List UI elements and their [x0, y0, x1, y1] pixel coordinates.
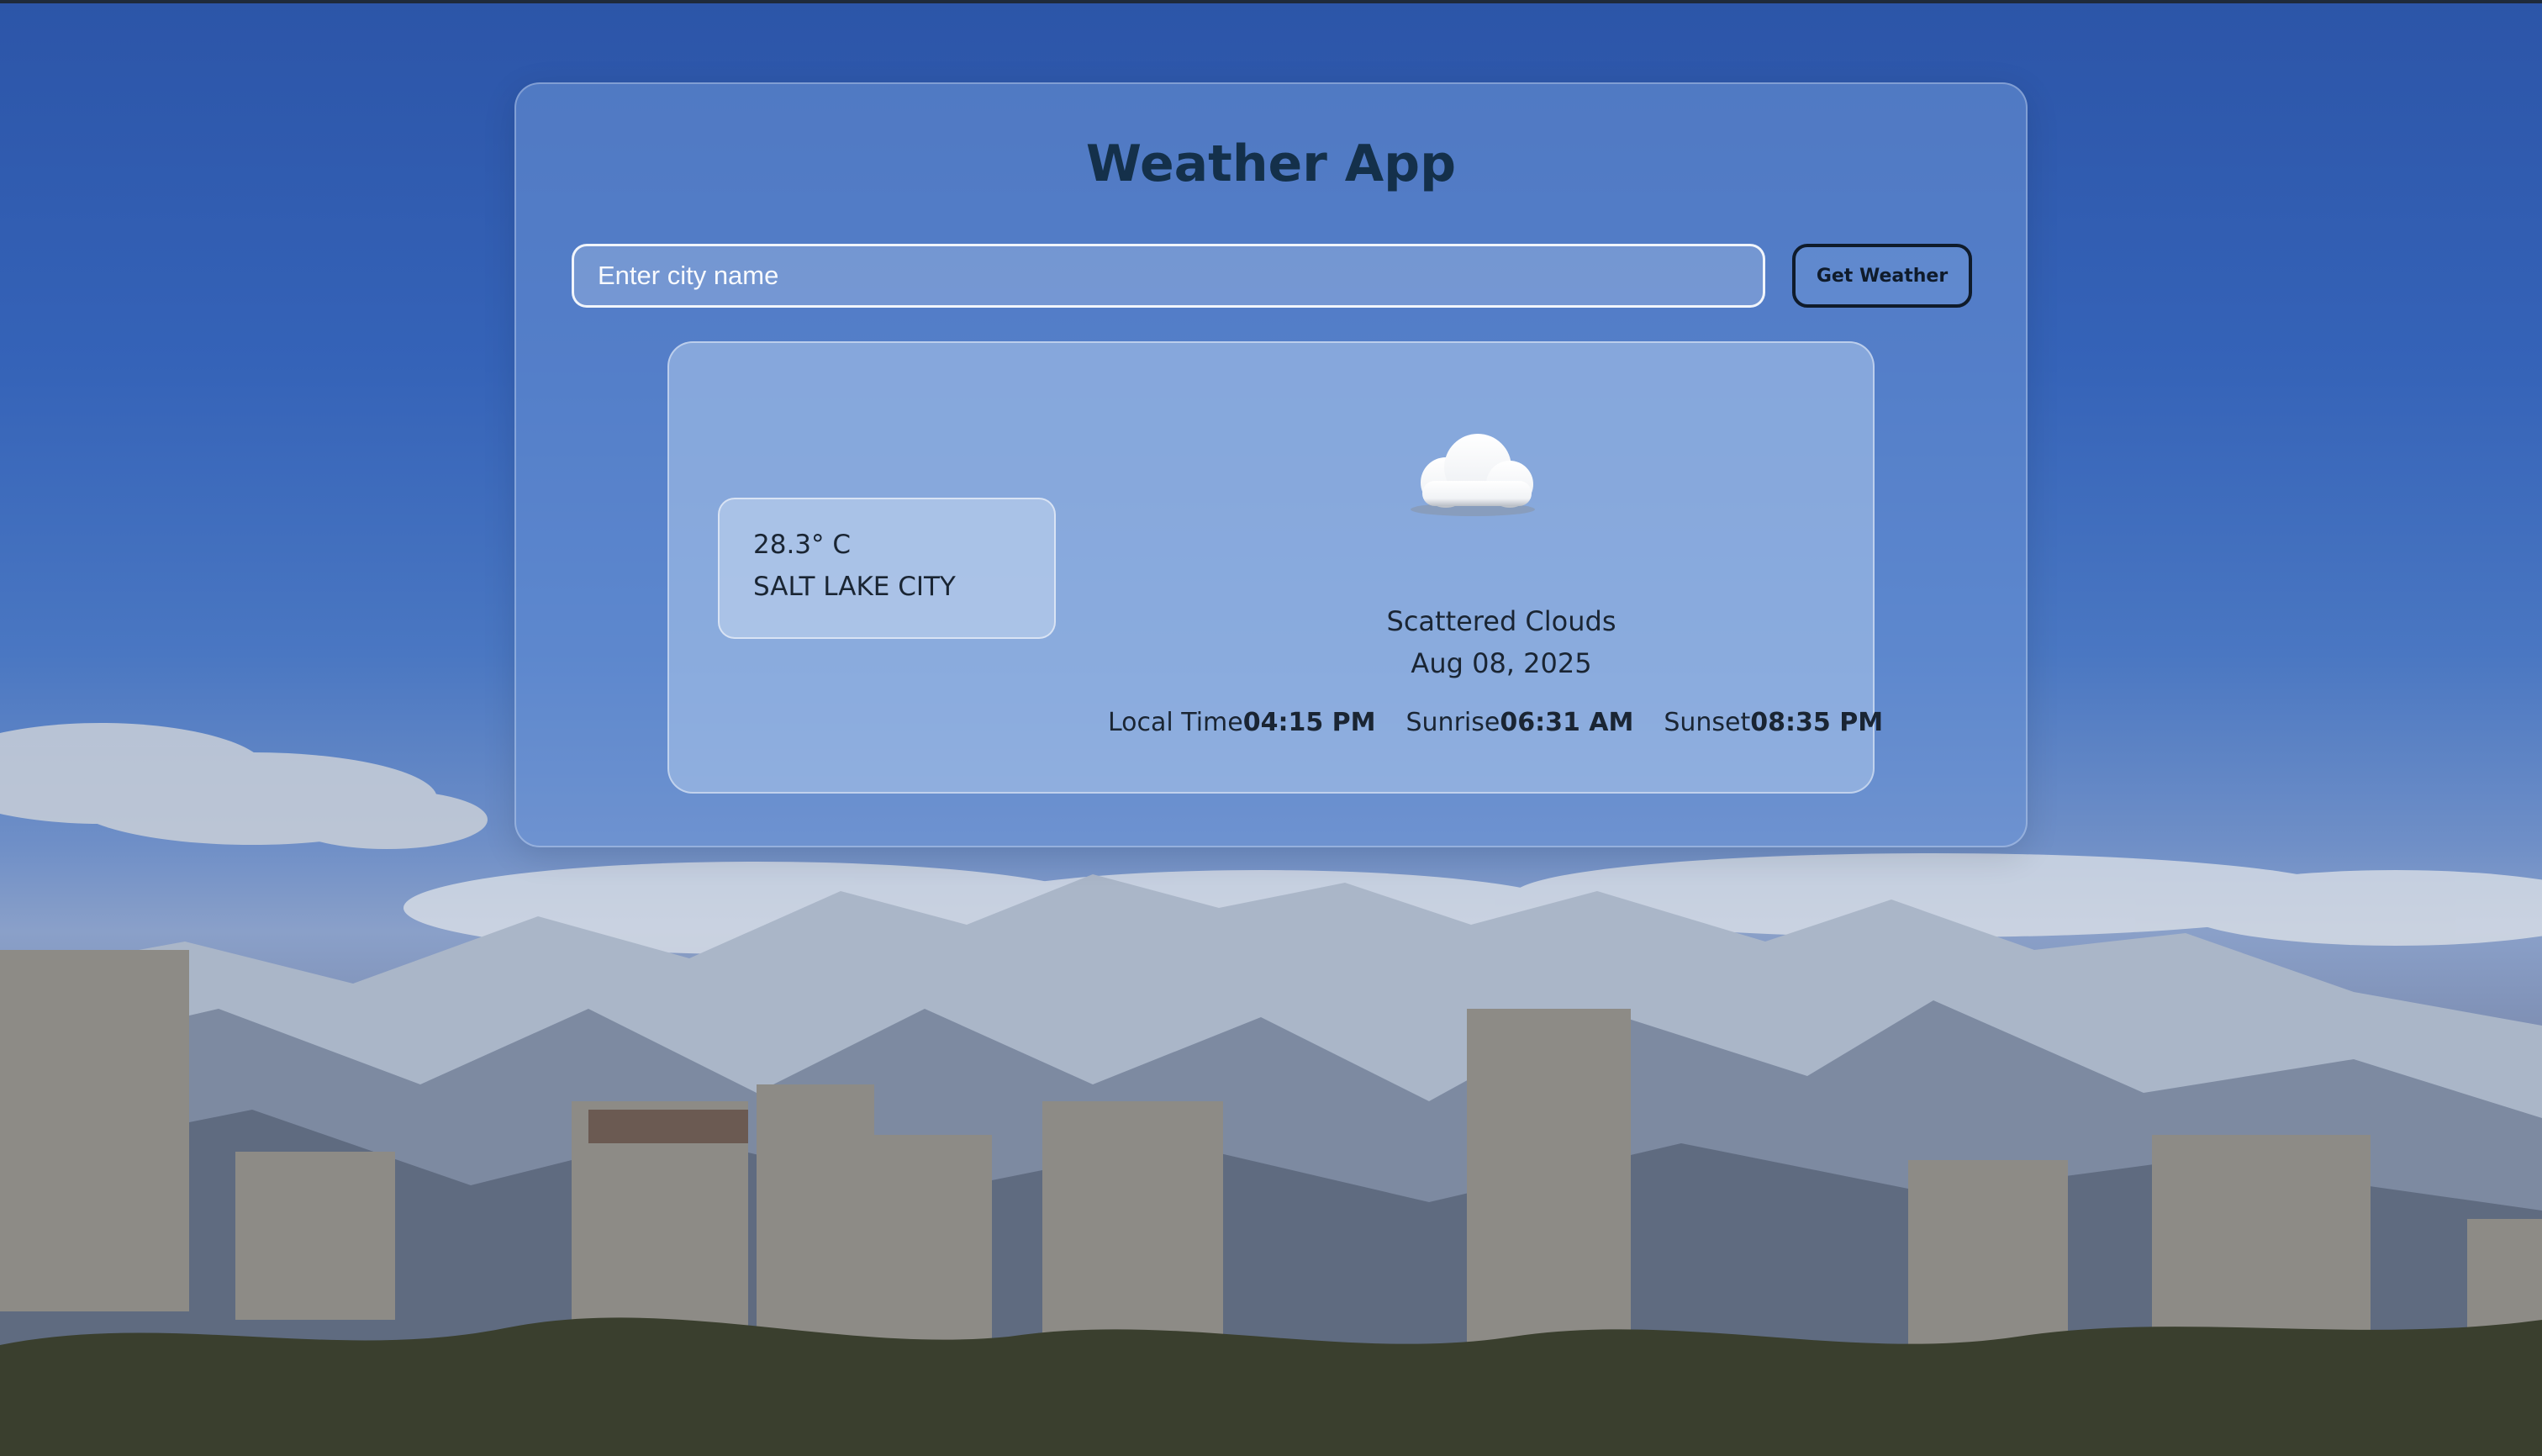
weather-date: Aug 08, 2025 [1411, 647, 1592, 679]
local-time-info: Local Time04:15 PM [1108, 708, 1376, 737]
time-info-row: Local Time04:15 PM Sunrise06:31 AM Sunse… [1108, 708, 1883, 737]
local-time-value: 04:15 PM [1242, 708, 1376, 737]
get-weather-button[interactable]: Get Weather [1792, 244, 1972, 308]
temperature-value: 28.3° C [753, 530, 852, 560]
city-name: SALT LAKE CITY [753, 572, 956, 602]
app-title: Weather App [1085, 135, 1457, 193]
sunset-value: 08:35 PM [1750, 708, 1884, 737]
sunset-label: Sunset [1664, 708, 1751, 737]
sunrise-label: Sunrise [1405, 708, 1500, 737]
sunset-info: Sunset08:35 PM [1664, 708, 1883, 737]
sunrise-info: Sunrise06:31 AM [1406, 708, 1634, 737]
sunrise-value: 06:31 AM [1500, 708, 1634, 737]
city-search-input[interactable] [572, 244, 1765, 308]
weather-condition: Scattered Clouds [1386, 605, 1616, 637]
weather-result-card: 28.3° C SALT LAKE CITY Scattered Clouds … [667, 341, 1883, 794]
cloud-icon [1411, 434, 1535, 516]
local-time-label: Local Time [1108, 708, 1243, 737]
temperature-box: 28.3° C SALT LAKE CITY [718, 498, 1056, 639]
